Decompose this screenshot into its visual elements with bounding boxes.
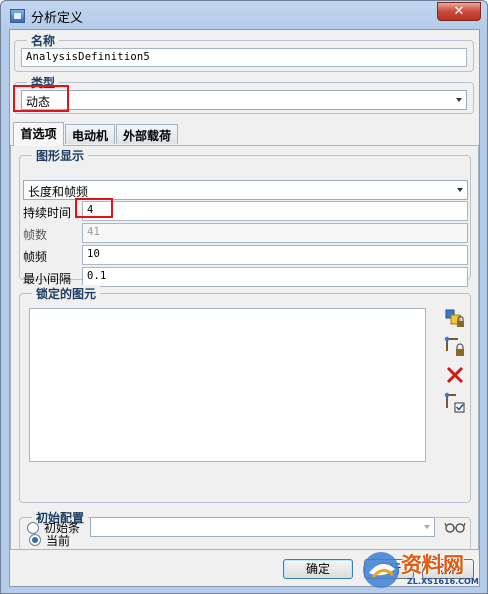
app-icon (10, 9, 25, 23)
framerate-label: 帧频 (23, 250, 48, 264)
locked-entities-list[interactable] (29, 308, 426, 462)
window-title: 分析定义 (31, 11, 84, 26)
dialog-window: 分析定义 ✕ 名称 AnalysisDefinition5 类型 动态 首选项 … (0, 0, 488, 594)
locked-entities-group: 锁定的图元 (19, 285, 471, 503)
tab-motors[interactable]: 电动机 (65, 124, 115, 144)
highlight-type (13, 85, 69, 112)
radio-current[interactable] (29, 534, 41, 546)
highlight-duration (75, 198, 113, 218)
tab-panel-preferences: 图形显示 长度和帧频 持续时间 4 帧数 41 帧频 10 最小间隔 0.1 锁… (10, 145, 479, 551)
locked-legend: 锁定的图元 (32, 285, 101, 302)
tab-external-loads[interactable]: 外部载荷 (116, 124, 178, 144)
graphics-legend: 图形显示 (32, 147, 89, 164)
frames-label: 帧数 (23, 228, 48, 242)
ok-button[interactable]: 确定 (283, 559, 353, 579)
lock-bodies-icon[interactable] (444, 308, 466, 330)
watermark-text: 资料网 (401, 553, 464, 577)
name-legend: 名称 (27, 32, 60, 49)
close-button[interactable]: ✕ (437, 2, 481, 21)
lock-connection-icon[interactable] (444, 336, 466, 358)
title-bar[interactable]: 分析定义 ✕ (1, 1, 487, 29)
chevron-down-icon (424, 525, 430, 529)
min-interval-field[interactable]: 0.1 (82, 267, 468, 287)
chevron-down-icon (457, 188, 463, 192)
watermark-url: ZL.XS1616.COM (407, 577, 479, 586)
name-group: 名称 AnalysisDefinition5 (14, 32, 474, 72)
radio-snapshot[interactable] (27, 522, 39, 534)
dialog-body: 名称 AnalysisDefinition5 类型 动态 首选项 电动机 外部载… (9, 29, 480, 587)
chevron-down-icon (456, 98, 462, 102)
name-field[interactable]: AnalysisDefinition5 (21, 48, 467, 67)
frames-field: 41 (82, 223, 468, 243)
watermark-logo: 资料网 ZL.XS1616.COM (359, 547, 487, 593)
snapshot-select (90, 517, 435, 537)
graphics-mode-select[interactable]: 长度和帧频 (23, 180, 468, 200)
duration-label: 持续时间 (23, 206, 72, 220)
radio-snapshot-label: 初始条 (44, 521, 81, 535)
type-group: 类型 动态 (14, 74, 474, 114)
duration-field[interactable]: 4 (82, 201, 468, 221)
graphics-mode-value: 长度和帧频 (28, 185, 89, 199)
type-select[interactable]: 动态 (21, 90, 467, 110)
framerate-field[interactable]: 10 (82, 245, 468, 265)
glasses-icon[interactable] (444, 517, 466, 537)
tab-preferences[interactable]: 首选项 (13, 122, 64, 146)
lock-select-icon[interactable] (444, 392, 466, 414)
delete-icon[interactable] (444, 364, 466, 386)
